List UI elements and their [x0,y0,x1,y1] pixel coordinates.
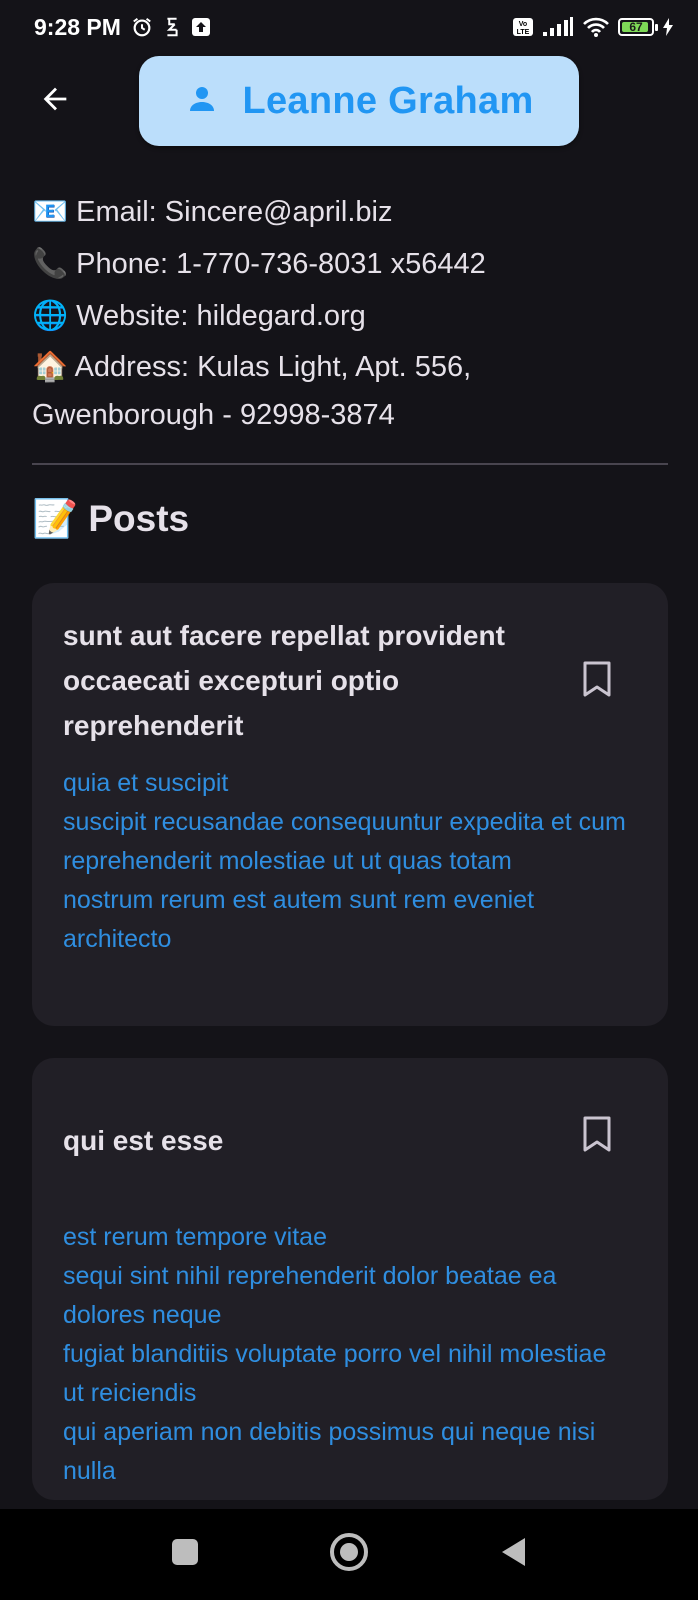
status-right: Vo LTE 67 [512,16,674,38]
address-line-1: 🏠 Address: Kulas Light, Apt. 556, [32,351,472,383]
arrow-back-icon [38,82,72,121]
status-bar: 9:28 PM Vo LTE 67 [0,0,698,54]
email-row: 📧 Email: Sincere@april.biz [32,196,393,228]
bookmark-outline-icon [582,1115,612,1158]
bookmark-outline-icon [582,660,612,703]
svg-text:Vo: Vo [519,21,527,28]
post-body-line: sequi sint nihil reprehenderit dolor bea… [63,1262,557,1329]
volte-icon: Vo LTE [512,17,534,37]
post-body-line: fugiat blanditiis voluptate porro vel ni… [63,1340,607,1407]
divider [32,463,668,465]
post-body: est rerum tempore vitae sequi sint nihil… [63,1218,633,1491]
contact-info: 📧 Email: Sincere@april.biz 📞 Phone: 1-77… [32,186,672,438]
recents-button[interactable] [157,1527,213,1583]
data-saver-icon [163,16,181,38]
alarm-icon [131,16,153,38]
website-row: 🌐 Website: hildegard.org [32,300,366,332]
system-nav-bar [0,1509,698,1600]
status-left: 9:28 PM [34,14,211,41]
post-body: quia et suscipit suscipit recusandae con… [63,764,633,959]
status-time: 9:28 PM [34,13,121,40]
address-line-2: Gwenborough - 92998-3874 [32,399,395,431]
post-body-line: quia et suscipit [63,769,229,797]
person-icon [184,81,220,122]
phone-row: 📞 Phone: 1-770-736-8031 x56442 [32,248,486,280]
post-body-line: nostrum rerum est autem sunt rem eveniet… [63,886,535,953]
battery-percent: 67 [629,20,643,34]
home-button[interactable] [321,1527,377,1583]
back-button[interactable] [30,76,80,126]
post-body-line: qui aperiam non debitis possimus qui neq… [63,1418,596,1485]
user-name: Leanne Graham [242,79,534,122]
upload-icon [191,17,211,37]
recents-square-icon [171,1538,199,1571]
svg-text:LTE: LTE [517,29,530,36]
battery-icon: 67 [618,18,658,36]
user-name-chip: Leanne Graham [139,56,579,146]
home-circle-icon [329,1532,369,1577]
post-body-line: reprehenderit molestiae ut ut quas totam [63,847,512,875]
post-card[interactable]: sunt aut facere repellat provident occae… [32,583,668,1026]
charging-icon [662,17,674,37]
post-body-line: est rerum tempore vitae [63,1223,327,1251]
post-body-line: suscipit recusandae consequuntur expedit… [63,808,626,836]
system-back-button[interactable] [485,1527,541,1583]
bookmark-button[interactable] [580,1116,614,1156]
post-card[interactable]: qui est esse est rerum tempore vitae seq… [32,1058,668,1500]
posts-heading: 📝 Posts [32,498,190,539]
post-title: sunt aut facere repellat provident occae… [63,620,505,741]
bookmark-button[interactable] [580,661,614,701]
signal-icon [542,17,574,37]
wifi-icon [582,16,610,38]
post-title: qui est esse [63,1125,224,1156]
app-bar: Leanne Graham [0,56,698,148]
back-triangle-icon [499,1536,527,1573]
